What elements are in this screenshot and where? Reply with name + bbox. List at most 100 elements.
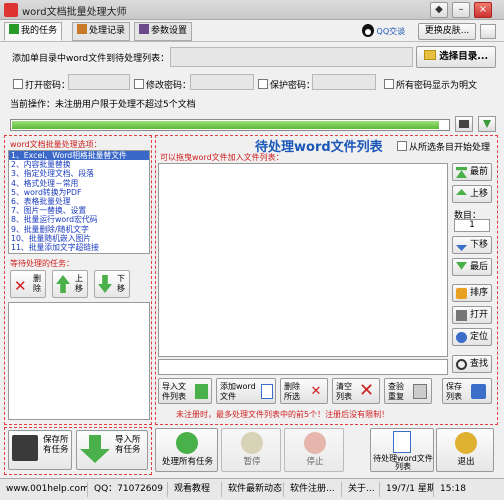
locate-button[interactable]: 定位 bbox=[452, 328, 492, 346]
delete-task-button[interactable]: ✕ 删除 bbox=[10, 270, 46, 298]
open-password-input[interactable] bbox=[68, 74, 130, 90]
sort-button[interactable]: 排序 bbox=[452, 284, 492, 302]
open-button[interactable]: 打开 bbox=[452, 306, 492, 324]
news-link[interactable]: 软件最新动态 bbox=[224, 482, 284, 497]
pause-button[interactable]: 暂停 bbox=[221, 428, 281, 472]
minimize-button[interactable]: – bbox=[452, 2, 470, 18]
current-operation: 当前操作：未注册用户限于处理不超过5个文档 bbox=[10, 100, 196, 110]
protect-password-input[interactable] bbox=[312, 74, 376, 90]
add-file-button[interactable]: 添加word文件 bbox=[216, 378, 276, 404]
stop-icon bbox=[304, 432, 326, 454]
process-list-button[interactable]: 待处理word文件列表 bbox=[370, 428, 434, 472]
select-dir-button[interactable]: 选择目录... bbox=[416, 46, 496, 68]
modify-password-checkbox[interactable] bbox=[134, 79, 144, 89]
queue-title: 等待处理的任务： bbox=[10, 259, 74, 268]
arrow-up-icon bbox=[56, 275, 70, 293]
word-file-icon bbox=[261, 384, 273, 399]
check-duplicate-button[interactable]: 查验重复 bbox=[384, 378, 432, 404]
show-plain-checkbox[interactable] bbox=[384, 79, 394, 89]
pause-icon bbox=[241, 432, 263, 454]
options-list[interactable]: 1、Excel、Word相格批量替文件 2、内容批量替换 3、指定处理文档、段落… bbox=[8, 150, 150, 254]
site-link[interactable]: www.001help.com bbox=[2, 482, 88, 497]
move-down-button[interactable]: 下移 bbox=[452, 236, 492, 254]
list-item[interactable]: 8、批量运行word宏代码 bbox=[9, 215, 149, 224]
delete-selected-button[interactable]: 删除所选 ✕ bbox=[280, 378, 328, 404]
status-bar: www.001help.com QQ：71072609 观看教程 软件最新动态 … bbox=[0, 478, 504, 500]
dropdown-arrow-icon[interactable] bbox=[480, 24, 496, 39]
change-skin-button[interactable]: 更换皮肤... bbox=[418, 23, 476, 40]
find-input[interactable] bbox=[158, 359, 448, 375]
dir-path-input[interactable] bbox=[170, 47, 413, 67]
qq-penguin-icon bbox=[362, 24, 374, 37]
modify-password-input[interactable] bbox=[190, 74, 254, 90]
stop-button[interactable]: 停止 bbox=[284, 428, 344, 472]
list-item[interactable]: 1、Excel、Word相格批量替文件 bbox=[9, 151, 149, 161]
move-top-button[interactable]: 最前 bbox=[452, 163, 492, 181]
move-down-task-button[interactable]: 下移 bbox=[94, 270, 130, 298]
progress-bar bbox=[10, 119, 450, 131]
tab-settings[interactable]: 参数设置 bbox=[134, 22, 193, 41]
list-icon bbox=[413, 384, 427, 399]
start-from-selected[interactable]: 从所选条目开始处理 bbox=[397, 140, 490, 153]
import-list-button[interactable]: 导入文件列表 bbox=[158, 378, 212, 404]
tutorial-link[interactable]: 观看教程 bbox=[170, 482, 222, 497]
list-item[interactable]: 11、批量添加文字超链接 bbox=[9, 243, 149, 252]
download-icon[interactable] bbox=[478, 116, 496, 132]
import-all-tasks-button[interactable]: 导入所有任务 bbox=[76, 430, 148, 470]
list-item[interactable]: 7、图片一替换、设置 bbox=[9, 206, 149, 215]
protect-password-label[interactable]: 保护密码： bbox=[258, 78, 315, 91]
time-display: 15:18 bbox=[440, 484, 466, 494]
task-queue-list[interactable] bbox=[8, 302, 150, 420]
folder-icon bbox=[423, 50, 436, 60]
delete-file-icon: ✕ bbox=[310, 384, 322, 399]
list-item[interactable]: 9、批量删除/随机文字 bbox=[9, 225, 149, 234]
list-item[interactable]: 3、指定处理文档、段落 bbox=[9, 169, 149, 178]
arrow-down-icon bbox=[456, 244, 467, 251]
register-link[interactable]: 软件注册... bbox=[286, 482, 342, 497]
modify-password-label[interactable]: 修改密码： bbox=[134, 78, 191, 91]
find-button[interactable]: 查找 bbox=[452, 355, 492, 373]
arrow-up-icon bbox=[456, 189, 467, 196]
close-button[interactable]: × bbox=[474, 2, 492, 18]
move-up-button[interactable]: 上移 bbox=[452, 185, 492, 203]
save-disk-icon bbox=[12, 435, 38, 461]
briefcase-icon bbox=[77, 24, 87, 34]
list-item[interactable]: 10、批量随机嵌入图片 bbox=[9, 234, 149, 243]
clear-list-button[interactable]: 清空列表 ✕ bbox=[332, 378, 380, 404]
about-link[interactable]: 关于... bbox=[344, 482, 380, 497]
arrow-top-icon bbox=[456, 167, 467, 178]
count-input[interactable]: 1 bbox=[454, 219, 490, 232]
qq-number[interactable]: QQ：71072609 bbox=[90, 482, 168, 497]
sort-icon bbox=[456, 288, 467, 299]
save-disk-icon bbox=[471, 384, 486, 399]
skin-icon[interactable]: ◆ bbox=[430, 2, 448, 18]
qq-chat-button[interactable]: QQ交谈 bbox=[362, 23, 416, 40]
file-list[interactable] bbox=[158, 163, 448, 357]
move-bottom-button[interactable]: 最后 bbox=[452, 258, 492, 276]
search-icon bbox=[456, 359, 467, 370]
list-item[interactable]: 6、表格批量处理 bbox=[9, 197, 149, 206]
list-item[interactable]: 5、word转换为PDF bbox=[9, 188, 149, 197]
save-list-button[interactable]: 保存列表 bbox=[442, 378, 492, 404]
move-up-task-button[interactable]: 上移 bbox=[52, 270, 88, 298]
app-icon bbox=[4, 3, 18, 17]
process-all-button[interactable]: 处理所有任务 bbox=[155, 428, 218, 472]
save-all-tasks-button[interactable]: 保存所有任务 bbox=[8, 430, 72, 470]
protect-password-checkbox[interactable] bbox=[258, 79, 268, 89]
play-icon bbox=[176, 432, 198, 454]
open-password-checkbox[interactable] bbox=[13, 79, 23, 89]
import-arrow-icon bbox=[80, 435, 110, 463]
save-icon[interactable] bbox=[455, 116, 473, 132]
open-icon bbox=[456, 310, 467, 321]
open-password-label[interactable]: 打开密码： bbox=[13, 78, 70, 91]
tab-my-tasks[interactable]: 我的任务 bbox=[4, 22, 63, 41]
start-from-selected-checkbox[interactable] bbox=[397, 141, 407, 151]
show-plain-label[interactable]: 所有密码显示为明文 bbox=[384, 78, 477, 91]
list-item[interactable]: 4、格式处理－常用 bbox=[9, 179, 149, 188]
add-dir-label: 添加单目录中word文件到待处理列表： bbox=[12, 54, 170, 64]
play-icon bbox=[9, 24, 19, 34]
exit-button[interactable]: 退出 bbox=[436, 428, 494, 472]
tab-records[interactable]: 处理记录 bbox=[72, 22, 131, 41]
list-item[interactable]: 2、内容批量替换 bbox=[9, 160, 149, 169]
exit-icon bbox=[455, 432, 477, 454]
